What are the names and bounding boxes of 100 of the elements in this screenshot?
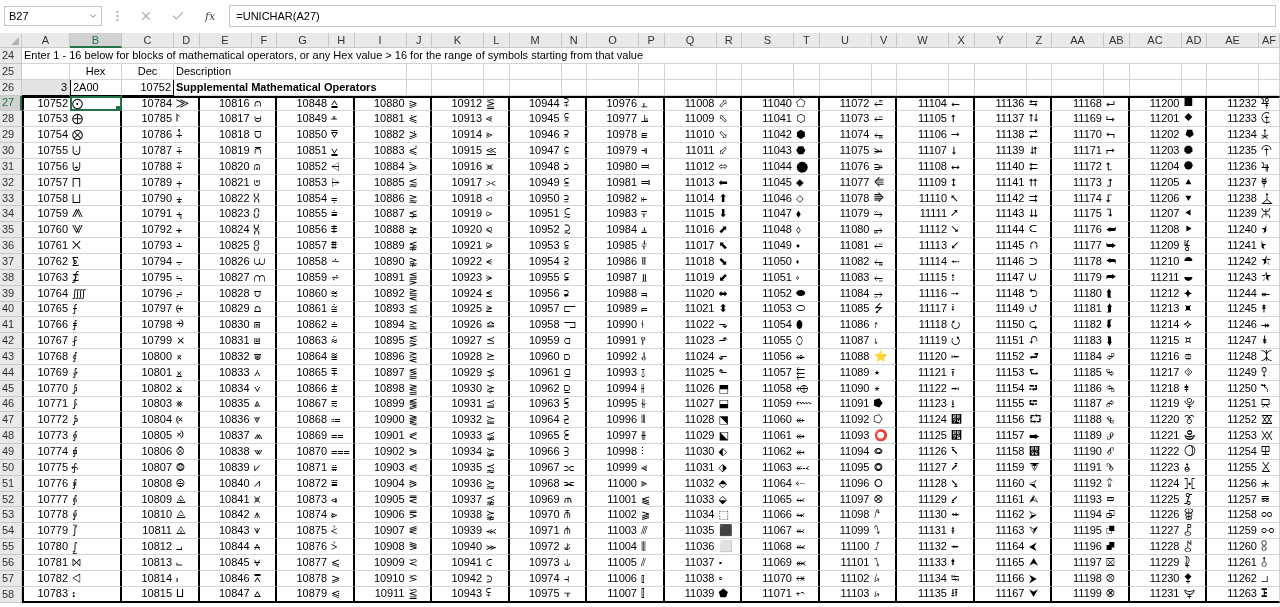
column-header[interactable]: Z — [1026, 33, 1052, 48]
symbol-cell: ⨣ — [174, 143, 200, 159]
table-cell: 11132 — [897, 539, 949, 555]
row-header[interactable]: 55 — [0, 539, 22, 555]
column-header[interactable]: H — [329, 33, 355, 48]
row-header[interactable]: 49 — [0, 444, 22, 460]
symbol-cell: ⭞ — [871, 570, 897, 587]
column-header[interactable]: P — [639, 33, 665, 48]
symbol-cell: ⯪ — [1259, 253, 1280, 270]
row-header[interactable]: 41 — [0, 317, 22, 334]
row-header[interactable]: 36 — [0, 238, 22, 254]
column-header[interactable]: T — [794, 33, 820, 48]
row-header[interactable]: 28 — [0, 111, 22, 128]
row-header[interactable]: 53 — [0, 507, 22, 524]
symbol-cell: ⬞ — [716, 570, 742, 587]
column-header[interactable]: O — [587, 33, 639, 48]
symbol-cell: ⮀ — [1026, 95, 1052, 112]
column-header[interactable]: E — [199, 33, 252, 48]
symbol-cell: ⩭ — [329, 301, 355, 318]
row-header[interactable]: 24 — [0, 48, 22, 64]
symbol-cell: ⭒ — [871, 380, 897, 397]
table-cell: 10937 — [432, 491, 484, 508]
column-header[interactable]: N — [561, 33, 587, 48]
column-header[interactable]: R — [716, 33, 742, 48]
table-cell: 11053 — [742, 301, 794, 318]
column-header[interactable]: K — [432, 33, 484, 48]
column-header[interactable]: J — [406, 33, 432, 48]
table-cell: 10955 — [509, 269, 562, 286]
table-cell: Supplemental Mathematical Operators — [174, 79, 407, 96]
column-header[interactable]: X — [949, 33, 975, 48]
column-header[interactable]: L — [484, 33, 510, 48]
column-header[interactable]: S — [742, 33, 794, 48]
cancel-button[interactable] — [139, 9, 153, 23]
symbol-cell: ⭛ — [871, 523, 897, 540]
symbol-cell: ⪨ — [484, 222, 510, 239]
table-cell: 10936 — [432, 475, 484, 492]
symbol-cell: ⨟ — [70, 586, 122, 603]
row-header[interactable]: 54 — [0, 523, 22, 540]
table-cell: 11131 — [897, 523, 949, 540]
column-header[interactable]: A — [22, 33, 70, 48]
table-cell: 11194 — [1052, 507, 1104, 524]
symbol-cell: ⩎ — [251, 317, 277, 334]
table-cell: 10932 — [432, 412, 484, 429]
row-header[interactable]: 34 — [0, 206, 22, 223]
column-header[interactable]: D — [174, 33, 200, 48]
symbol-cell: ⬸ — [794, 475, 820, 492]
symbol-cell: ⩫ — [329, 269, 355, 286]
table-cell: 10895 — [354, 333, 407, 350]
column-header[interactable]: AF — [1259, 33, 1280, 48]
row-header[interactable]: 35 — [0, 222, 22, 239]
column-header[interactable]: Y — [974, 33, 1027, 48]
table-cell: 11058 — [742, 380, 794, 397]
column-header[interactable]: V — [871, 33, 897, 48]
column-header[interactable]: Q — [664, 33, 717, 48]
row-header[interactable]: 47 — [0, 412, 22, 429]
row-header[interactable]: 42 — [0, 333, 22, 350]
table-cell: 10854 — [277, 190, 329, 207]
column-header[interactable]: G — [277, 33, 329, 48]
symbol-cell: ⩇ — [251, 206, 277, 223]
table-cell: 11248 — [1207, 349, 1259, 365]
symbol-cell: ⬝ — [716, 555, 742, 571]
table-cell: 11045 — [742, 174, 794, 191]
column-header[interactable]: AC — [1129, 33, 1182, 48]
column-header[interactable]: AE — [1207, 33, 1259, 48]
table-cell: 10959 — [509, 333, 562, 350]
row-header[interactable]: 29 — [0, 127, 22, 144]
name-box[interactable]: B27 — [4, 6, 102, 26]
column-header[interactable]: AD — [1181, 33, 1207, 48]
symbol-cell: ⭬ — [949, 285, 975, 302]
column-header[interactable]: W — [897, 33, 949, 48]
row-header[interactable]: 56 — [0, 555, 22, 571]
symbol-cell: ⯒ — [1181, 380, 1207, 397]
table-cell: 10846 — [199, 570, 252, 587]
symbol-cell: ⫠ — [639, 95, 665, 112]
symbol-cell: ⨹ — [174, 491, 200, 508]
select-all-corner[interactable] — [0, 33, 22, 48]
fill-handle[interactable] — [116, 106, 120, 111]
column-header[interactable]: AA — [1052, 33, 1104, 48]
table-cell: 10859 — [277, 269, 329, 286]
table-cell: 10849 — [277, 111, 329, 128]
row-header[interactable]: 48 — [0, 428, 22, 445]
column-header[interactable]: I — [354, 33, 407, 48]
enter-button[interactable] — [171, 9, 185, 23]
symbol-cell: ⭣ — [949, 143, 975, 159]
empty-cell — [819, 79, 872, 96]
column-header[interactable]: AB — [1104, 33, 1130, 48]
table-cell: 10983 — [587, 206, 639, 223]
column-header[interactable]: C — [122, 33, 174, 48]
drag-handle-icon[interactable] — [116, 10, 119, 22]
insert-function-button[interactable]: fx — [205, 9, 216, 23]
formula-field[interactable]: =UNICHAR(A27) — [229, 5, 1276, 27]
column-header[interactable]: F — [251, 33, 277, 48]
column-header[interactable]: U — [819, 33, 872, 48]
symbol-cell: ⩔ — [251, 412, 277, 429]
row-header[interactable]: 30 — [0, 143, 22, 159]
column-header[interactable]: M — [509, 33, 562, 48]
table-cell: 10786 — [122, 127, 174, 144]
row-header[interactable]: 43 — [0, 349, 22, 365]
table-cell: 10982 — [587, 190, 639, 207]
column-header[interactable]: B — [70, 33, 122, 48]
